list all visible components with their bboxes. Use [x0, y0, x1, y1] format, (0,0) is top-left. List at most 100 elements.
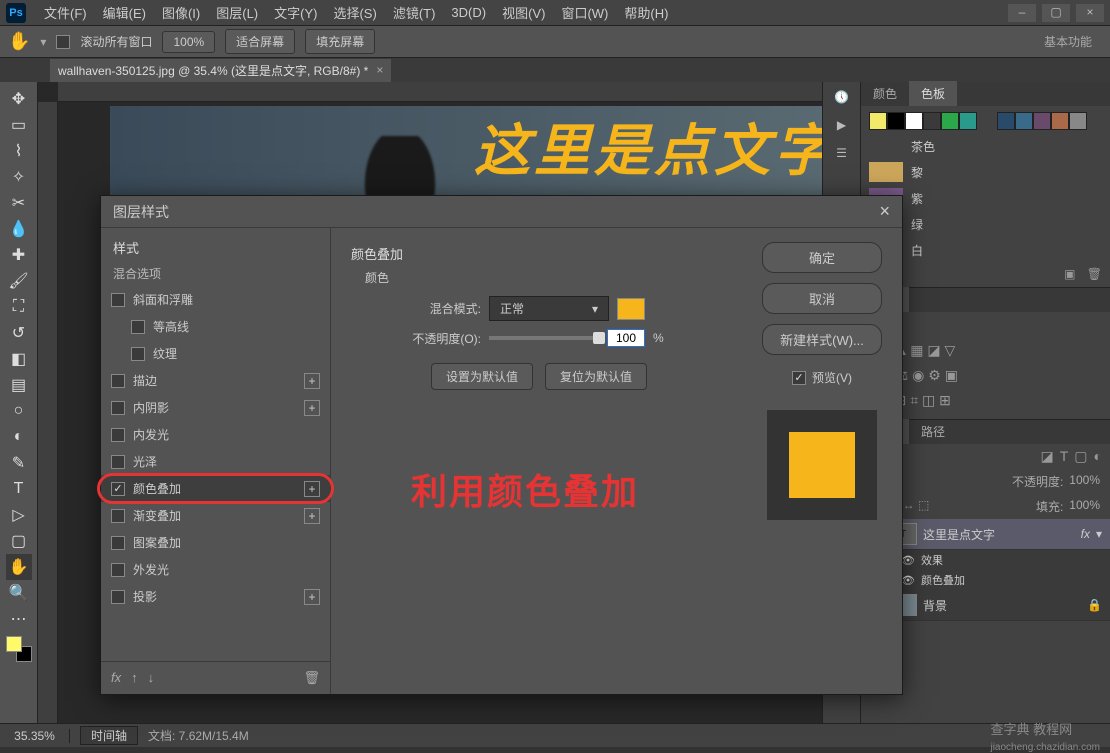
lasso-tool-icon[interactable]: ⌇ — [6, 138, 32, 164]
ok-button[interactable]: 确定 — [762, 242, 882, 273]
shape-filter-icon[interactable]: ▢ — [1074, 448, 1087, 465]
new-style-button[interactable]: 新建样式(W)... — [762, 324, 882, 355]
menu-file[interactable]: 文件(F) — [36, 3, 95, 22]
style-satin[interactable]: 光泽 — [101, 448, 330, 475]
named-swatch[interactable]: 黎 — [869, 159, 1102, 185]
swatch[interactable] — [941, 112, 959, 130]
swatch[interactable] — [1033, 112, 1051, 130]
color-swatches[interactable] — [6, 636, 32, 662]
make-default-button[interactable]: 设置为默认值 — [431, 363, 533, 390]
swatch[interactable] — [997, 112, 1015, 130]
named-swatch[interactable]: 紫 — [869, 185, 1102, 211]
close-icon[interactable]: × — [879, 201, 890, 222]
fill-screen-button[interactable]: 填充屏幕 — [305, 29, 375, 54]
timeline-button[interactable]: 时间轴 — [80, 726, 138, 745]
filter-icon[interactable]: ◪ — [1041, 448, 1054, 465]
menu-image[interactable]: 图像(I) — [154, 3, 208, 22]
add-icon[interactable]: + — [304, 481, 320, 497]
style-stroke[interactable]: 描边+ — [101, 367, 330, 394]
style-inner-shadow[interactable]: 内阴影+ — [101, 394, 330, 421]
menu-filter[interactable]: 滤镜(T) — [385, 3, 444, 22]
type-tool-icon[interactable]: T — [6, 476, 32, 502]
properties-panel-icon[interactable]: ☰ — [836, 146, 847, 160]
blend-options[interactable]: 混合选项 — [101, 261, 330, 286]
opacity-input[interactable]: 100 — [607, 329, 645, 347]
dodge-tool-icon[interactable]: ◐ — [6, 424, 32, 450]
style-drop-shadow[interactable]: 投影+ — [101, 583, 330, 610]
menu-3d[interactable]: 3D(D) — [443, 5, 494, 20]
named-swatch[interactable]: 绿 — [869, 211, 1102, 237]
history-panel-icon[interactable]: 🕔 — [834, 90, 849, 104]
document-tab[interactable]: wallhaven-350125.jpg @ 35.4% (这里是点文字, RG… — [50, 59, 391, 82]
style-inner-glow[interactable]: 内发光 — [101, 421, 330, 448]
menu-help[interactable]: 帮助(H) — [616, 3, 676, 22]
fill-value[interactable]: 100% — [1069, 498, 1100, 515]
dialog-titlebar[interactable]: 图层样式 × — [101, 196, 902, 228]
fx-badge[interactable]: fx — [1081, 527, 1090, 541]
shape-tool-icon[interactable]: ▢ — [6, 528, 32, 554]
menu-window[interactable]: 窗口(W) — [553, 3, 616, 22]
delete-swatch-icon[interactable]: 🗑 — [1087, 267, 1102, 281]
overlay-color-chip[interactable] — [617, 298, 645, 320]
add-icon[interactable]: + — [304, 400, 320, 416]
fx-menu-icon[interactable]: fx — [111, 670, 121, 686]
named-swatch[interactable]: 茶色 — [869, 133, 1102, 159]
menu-type[interactable]: 文字(Y) — [266, 3, 325, 22]
blend-mode-select[interactable]: 正常▾ — [489, 296, 609, 321]
tab-swatches[interactable]: 色板 — [909, 81, 957, 106]
brush-tool-icon[interactable]: 🖌 — [6, 268, 32, 294]
path-select-tool-icon[interactable]: ▷ — [6, 502, 32, 528]
window-minimize-icon[interactable]: – — [1008, 4, 1036, 22]
swatch[interactable] — [869, 112, 887, 130]
chevron-down-icon[interactable]: ▾ — [1096, 527, 1102, 541]
crop-tool-icon[interactable]: ✂ — [6, 190, 32, 216]
eraser-tool-icon[interactable]: ◧ — [6, 346, 32, 372]
menu-select[interactable]: 选择(S) — [325, 3, 384, 22]
pen-tool-icon[interactable]: ✎ — [6, 450, 32, 476]
preview-checkbox[interactable]: 预览(V) — [792, 369, 852, 386]
menu-edit[interactable]: 编辑(E) — [95, 3, 154, 22]
actions-panel-icon[interactable]: ▶ — [837, 118, 846, 132]
named-swatch[interactable]: 白 — [869, 237, 1102, 263]
styles-heading[interactable]: 样式 — [101, 228, 330, 261]
menu-layer[interactable]: 图层(L) — [208, 3, 266, 22]
swatch[interactable] — [959, 112, 977, 130]
foreground-color[interactable] — [6, 636, 22, 652]
swatch[interactable] — [1015, 112, 1033, 130]
style-outer-glow[interactable]: 外发光 — [101, 556, 330, 583]
swatch[interactable] — [923, 112, 941, 130]
window-close-icon[interactable]: × — [1076, 4, 1104, 22]
blur-tool-icon[interactable]: ○ — [6, 398, 32, 424]
style-gradient-overlay[interactable]: 渐变叠加+ — [101, 502, 330, 529]
arrow-up-icon[interactable]: ↑ — [131, 670, 138, 686]
visibility-icon[interactable]: 👁 — [901, 574, 915, 587]
swatch[interactable] — [887, 112, 905, 130]
style-pattern-overlay[interactable]: 图案叠加 — [101, 529, 330, 556]
menu-view[interactable]: 视图(V) — [494, 3, 553, 22]
add-icon[interactable]: + — [304, 508, 320, 524]
opacity-slider[interactable] — [489, 336, 599, 340]
close-tab-icon[interactable]: × — [376, 63, 383, 77]
style-bevel[interactable]: 斜面和浮雕 — [101, 286, 330, 313]
opacity-value[interactable]: 100% — [1069, 473, 1100, 490]
wand-tool-icon[interactable]: ✧ — [6, 164, 32, 190]
new-swatch-icon[interactable]: ▣ — [1064, 267, 1075, 281]
hand-tool-icon-toolbox[interactable]: ✋ — [6, 554, 32, 580]
add-icon[interactable]: + — [304, 373, 320, 389]
trash-icon[interactable]: 🗑 — [303, 670, 320, 686]
arrow-down-icon[interactable]: ↓ — [148, 670, 155, 686]
status-zoom[interactable]: 35.35% — [0, 729, 70, 743]
smart-filter-icon[interactable]: ◐ — [1094, 448, 1102, 465]
style-contour[interactable]: 等高线 — [101, 313, 330, 340]
color-overlay-checkbox[interactable] — [111, 482, 125, 496]
style-color-overlay[interactable]: 颜色叠加 + — [101, 475, 330, 502]
window-maximize-icon[interactable]: ▢ — [1042, 4, 1070, 22]
stamp-tool-icon[interactable]: ⛶ — [6, 294, 32, 320]
add-icon[interactable]: + — [304, 589, 320, 605]
zoom-value-button[interactable]: 100% — [162, 31, 215, 53]
reset-default-button[interactable]: 复位为默认值 — [545, 363, 647, 390]
workspace-label[interactable]: 基本功能 — [1034, 33, 1102, 50]
tab-paths[interactable]: 路径 — [909, 419, 957, 444]
eyedropper-tool-icon[interactable]: 💧 — [6, 216, 32, 242]
gradient-tool-icon[interactable]: ▤ — [6, 372, 32, 398]
